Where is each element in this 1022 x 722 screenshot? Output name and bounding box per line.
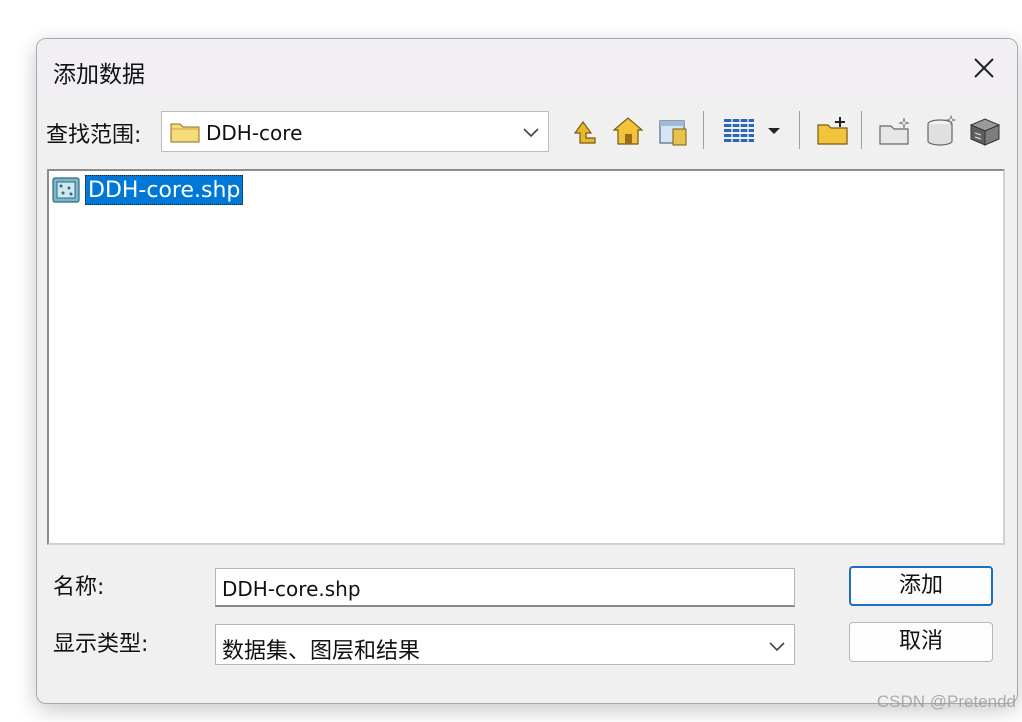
- toolbar-separator: [703, 111, 704, 149]
- view-dropdown-icon[interactable]: [763, 113, 785, 149]
- chevron-down-icon: [522, 124, 540, 143]
- toolbox-icon[interactable]: [967, 113, 1003, 149]
- show-type-value: 数据集、图层和结果: [222, 639, 421, 664]
- name-input[interactable]: DDH-core.shp: [215, 568, 795, 607]
- name-label: 名称:: [53, 575, 105, 600]
- folder-icon: [170, 121, 200, 147]
- home-icon[interactable]: [610, 113, 646, 149]
- look-in-value: DDH-core: [206, 121, 303, 145]
- toolbar-separator: [861, 111, 862, 149]
- file-list[interactable]: DDH-core.shp: [47, 169, 1005, 545]
- chevron-down-icon: [768, 638, 786, 657]
- look-in-dropdown[interactable]: DDH-core: [161, 111, 549, 152]
- watermark: CSDN @Pretendd: [876, 692, 1016, 711]
- cancel-button[interactable]: 取消: [849, 622, 993, 662]
- close-icon[interactable]: [969, 53, 999, 83]
- up-one-level-icon[interactable]: [565, 113, 601, 149]
- dialog-title: 添加数据: [53, 62, 145, 88]
- shapefile-icon: [51, 175, 81, 209]
- file-name: DDH-core.shp: [85, 175, 244, 205]
- new-item-icon[interactable]: [877, 113, 913, 149]
- connect-folder-icon[interactable]: [656, 113, 692, 149]
- show-type-dropdown[interactable]: 数据集、图层和结果: [215, 624, 795, 665]
- toolbar-separator: [799, 111, 800, 149]
- add-button[interactable]: 添加: [849, 566, 993, 606]
- add-data-dialog: 添加数据 查找范围: DDH-core DDH-core.shp 名称: DDH…: [36, 38, 1018, 704]
- list-view-icon[interactable]: [721, 113, 757, 149]
- new-folder-icon[interactable]: [815, 113, 851, 149]
- title-bar: 添加数据: [37, 39, 1017, 101]
- look-in-label: 查找范围:: [46, 123, 142, 148]
- database-icon[interactable]: [923, 113, 959, 149]
- show-type-label: 显示类型:: [53, 632, 149, 657]
